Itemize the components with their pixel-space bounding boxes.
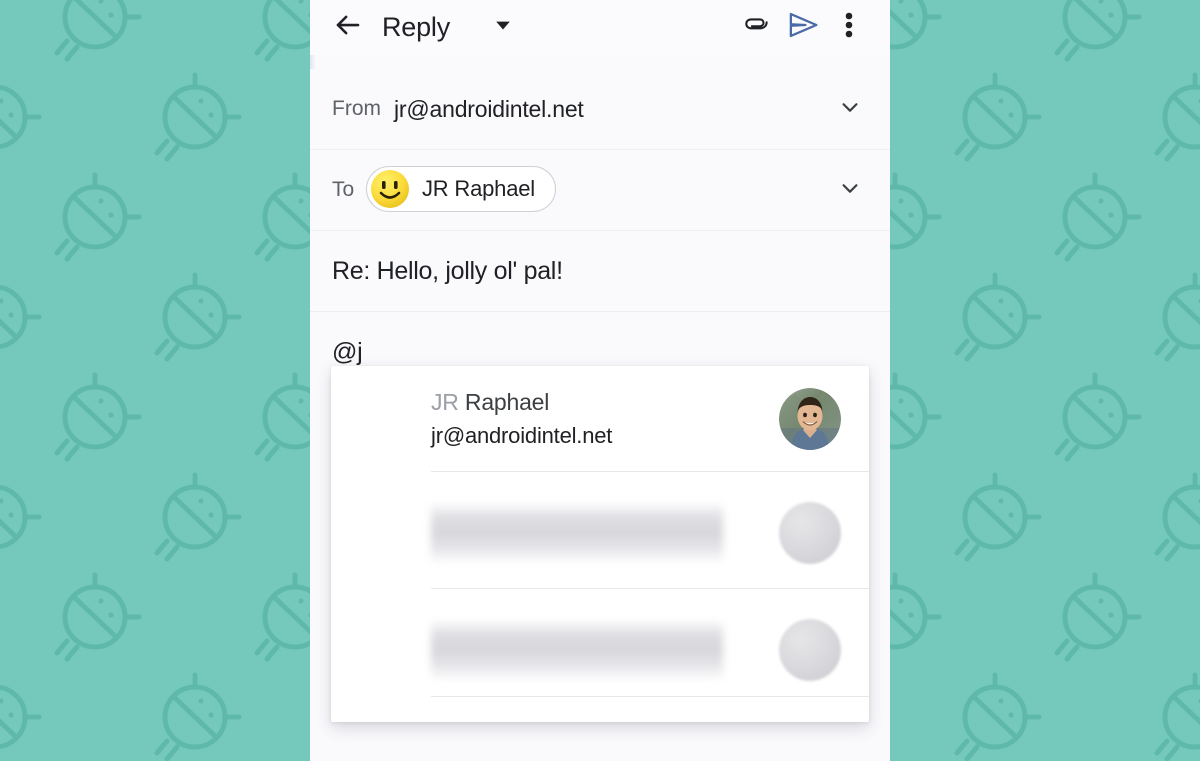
app-bar: Reply	[310, 0, 890, 55]
divider	[431, 471, 869, 472]
body-input[interactable]: @j	[332, 338, 363, 367]
from-expand-button[interactable]	[828, 87, 872, 131]
blurred-text-placeholder	[431, 502, 723, 564]
more-vertical-icon	[845, 11, 853, 44]
to-label: To	[332, 178, 355, 201]
to-field-row[interactable]: To JR Raphael	[310, 150, 890, 231]
avatar	[779, 502, 841, 564]
subject-input[interactable]: Re: Hello, jolly ol' pal!	[332, 257, 563, 286]
caret-down-icon	[494, 16, 512, 39]
from-field-row[interactable]: From jr@androidintel.net	[310, 69, 890, 150]
arrow-left-icon	[333, 10, 363, 45]
chevron-down-icon	[839, 96, 861, 123]
smiley-face-icon	[370, 169, 410, 209]
subject-field-row[interactable]: Re: Hello, jolly ol' pal!	[310, 231, 890, 312]
suggestion-name-matched: JR	[431, 388, 459, 415]
list-item[interactable]: JR Raphael jr@androidintel.net	[331, 366, 869, 471]
paperclip-icon	[742, 10, 772, 45]
back-button[interactable]	[326, 6, 370, 50]
attach-button[interactable]	[734, 5, 780, 51]
suggestion-name: JR Raphael	[431, 389, 761, 416]
avatar	[779, 387, 841, 450]
phone-screen-panel: Reply From jr@androidintel.net To JR Rap…	[310, 0, 890, 761]
list-item[interactable]	[331, 479, 869, 587]
from-label: From	[332, 97, 381, 120]
avatar	[779, 619, 841, 681]
screenshot-root: Reply From jr@androidintel.net To JR Rap…	[0, 0, 1200, 761]
overflow-menu-button[interactable]	[826, 5, 872, 51]
reply-type-dropdown-button[interactable]	[490, 15, 516, 41]
to-value: JR Raphael	[366, 165, 828, 215]
chevron-down-icon	[839, 177, 861, 204]
divider	[431, 588, 869, 589]
to-expand-button[interactable]	[828, 168, 872, 212]
send-button[interactable]	[780, 5, 826, 51]
suggestion-text-block: JR Raphael jr@androidintel.net	[431, 389, 761, 449]
recipient-chip-label: JR Raphael	[422, 175, 535, 201]
send-paper-plane-icon	[786, 8, 820, 47]
recipient-chip[interactable]: JR Raphael	[366, 165, 556, 212]
list-item[interactable]	[331, 596, 869, 704]
suggestion-name-rest: Raphael	[458, 388, 550, 415]
blurred-text-placeholder	[431, 619, 723, 681]
from-value: jr@androidintel.net	[394, 95, 584, 122]
app-bar-title: Reply	[382, 12, 451, 42]
mention-autocomplete-card: JR Raphael jr@androidintel.net	[331, 366, 869, 722]
suggestion-email: jr@androidintel.net	[431, 422, 613, 448]
divider	[431, 696, 869, 697]
message-body-area[interactable]: @j JR Raphael jr@androidintel.net	[310, 312, 890, 761]
